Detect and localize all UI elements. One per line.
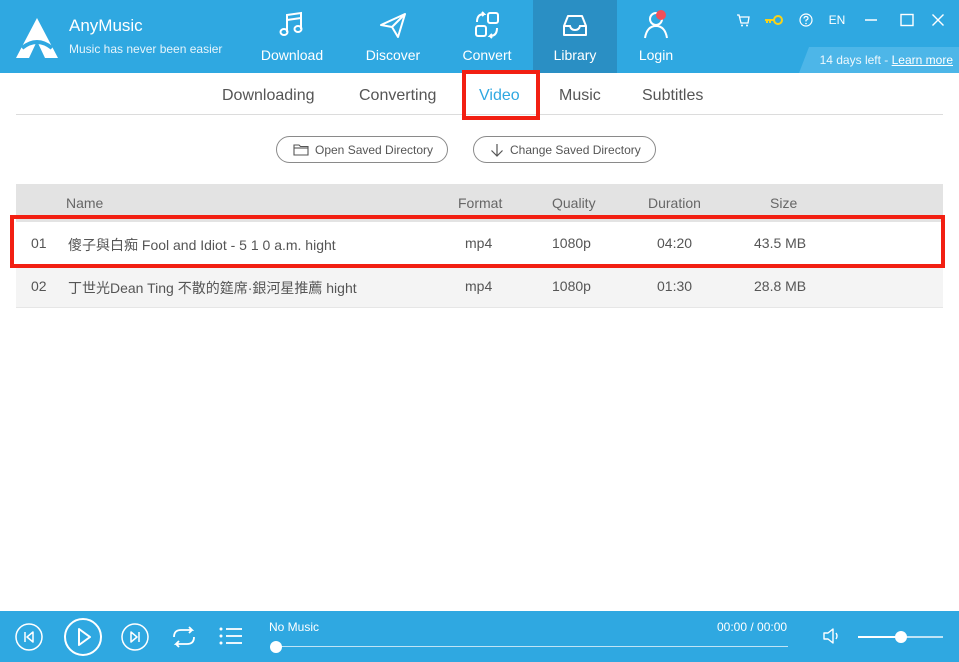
key-icon[interactable] [755,10,791,30]
maximize-icon[interactable] [889,10,925,30]
nav-download-label: Download [260,47,324,63]
volume-handle[interactable] [895,631,907,643]
language-selector[interactable]: EN [821,10,853,30]
nav-convert[interactable]: Convert [449,0,525,73]
anymusic-logo-icon [16,18,58,58]
nav-download[interactable]: Download [252,0,332,73]
tab-converting[interactable]: Converting [359,87,436,105]
user-icon [644,10,668,39]
row-size: 43.5 MB [754,235,807,251]
learn-more-link[interactable]: Learn more [892,53,953,67]
tab-downloading[interactable]: Downloading [222,87,315,105]
close-icon[interactable] [925,10,951,30]
row-quality: 1080p [552,278,591,294]
table-row[interactable]: 01 傻子與白痴 Fool and Idiot - 5 1 0 a.m. hig… [16,222,943,265]
row-title: 傻子與白痴 Fool and Idiot - 5 1 0 a.m. hight [68,237,336,253]
column-format[interactable]: Format [458,195,502,211]
convert-icon [475,11,499,39]
help-icon[interactable] [791,10,821,30]
nav-discover[interactable]: Discover [352,0,434,73]
nav-login[interactable]: Login [624,0,688,73]
nav-convert-label: Convert [462,47,512,63]
row-title: 丁世光Dean Ting 不散的筵席·銀河星推薦 hight [68,280,357,296]
volume-icon[interactable] [822,626,844,646]
tab-subtitles[interactable]: Subtitles [642,87,703,105]
change-saved-directory-label: Change Saved Directory [510,142,641,157]
open-saved-directory-label: Open Saved Directory [315,142,434,157]
subtab-divider [16,114,943,115]
paper-plane-icon [380,13,406,38]
now-playing-title: No Music [269,620,320,634]
column-name[interactable]: Name [66,195,103,211]
row-duration: 01:30 [657,278,693,294]
arrow-down-icon [491,143,503,157]
column-size[interactable]: Size [770,195,797,211]
row-index: 01 [31,235,47,251]
column-quality[interactable]: Quality [552,195,596,211]
window-controls: EN [731,10,951,30]
music-note-icon [279,11,303,36]
row-quality: 1080p [552,235,591,251]
nav-library[interactable]: Library [533,0,617,73]
nav-discover-label: Discover [365,47,421,63]
row-format: mp4 [465,278,493,294]
progress-handle[interactable] [270,641,282,653]
notification-dot [656,10,666,20]
next-icon[interactable] [120,622,150,652]
inbox-icon [563,15,587,36]
trial-days-left: 14 days left - [819,53,892,67]
folder-icon [293,144,309,156]
app-tagline: Music has never been easier [69,42,223,56]
play-icon[interactable] [63,617,103,657]
tab-music[interactable]: Music [559,87,601,105]
player-bar: No Music 00:00 / 00:00 [0,611,959,662]
top-bar: AnyMusic Music has never been easier Dow… [0,0,959,73]
library-subtabs: Downloading Converting Video Music Subti… [0,73,959,115]
progress-track[interactable] [276,646,788,647]
row-duration: 04:20 [657,235,693,251]
app-name: AnyMusic [69,16,143,35]
previous-icon[interactable] [14,622,44,652]
nav-library-label: Library [553,47,597,63]
minimize-icon[interactable] [853,10,889,30]
row-format: mp4 [465,235,493,251]
row-size: 28.8 MB [754,278,807,294]
nav-login-label: Login [638,47,674,63]
column-duration[interactable]: Duration [648,195,701,211]
table-header: Name Format Quality Duration Size [16,184,943,222]
tab-video[interactable]: Video [479,87,520,105]
cart-icon[interactable] [731,10,755,30]
playback-time: 00:00 / 00:00 [717,620,788,634]
row-index: 02 [31,278,47,294]
playlist-icon[interactable] [218,625,244,647]
change-saved-directory-button[interactable]: Change Saved Directory [473,136,656,163]
trial-notice: 14 days left - Learn more [820,53,953,67]
repeat-icon[interactable] [169,623,199,651]
video-table: Name Format Quality Duration Size 01 傻子與… [16,184,943,308]
open-saved-directory-button[interactable]: Open Saved Directory [276,136,449,163]
table-row[interactable]: 02 丁世光Dean Ting 不散的筵席·銀河星推薦 hight mp4 10… [16,265,943,308]
